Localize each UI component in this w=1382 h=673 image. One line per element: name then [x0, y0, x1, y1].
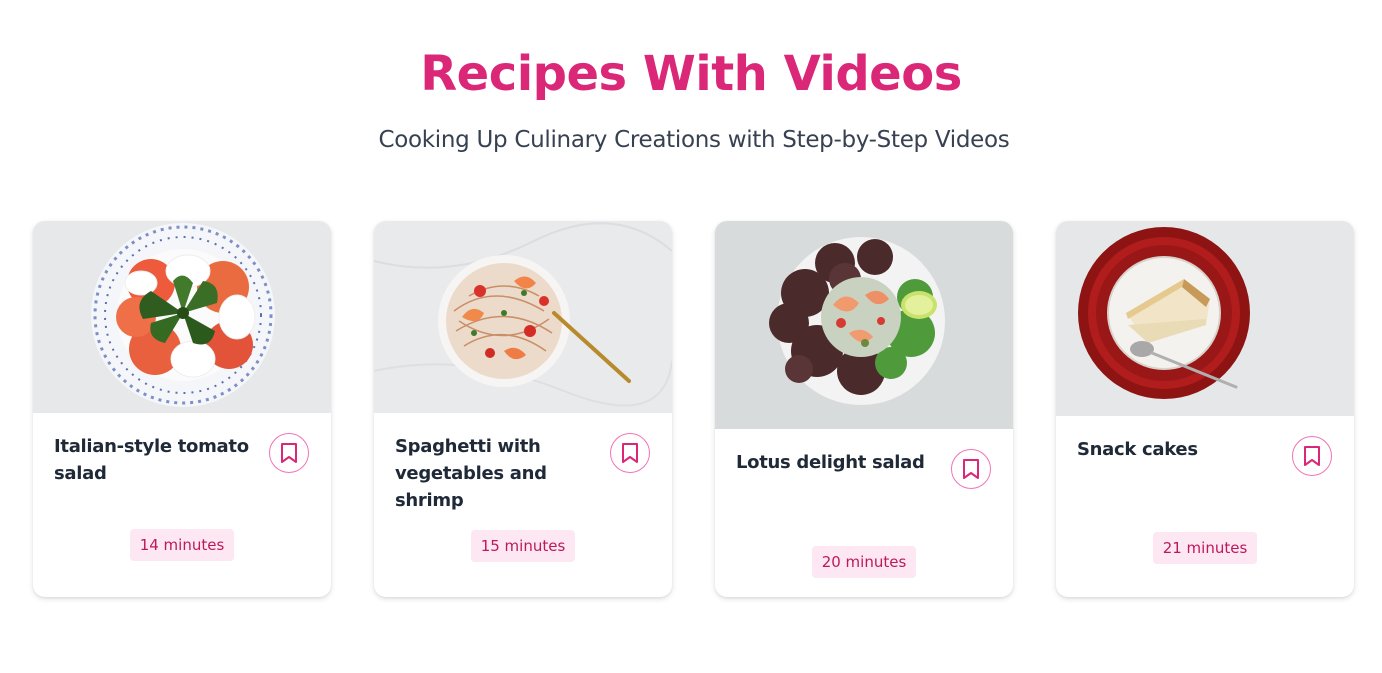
recipe-card[interactable]: Italian-style tomato salad 14 minutes — [33, 221, 331, 597]
bookmark-icon — [622, 443, 638, 463]
tomato-mozzarella-salad-image — [33, 221, 331, 413]
bookmark-icon — [963, 459, 979, 479]
bookmark-button[interactable] — [269, 433, 309, 473]
spaghetti-shrimp-image — [374, 221, 672, 413]
recipe-title[interactable]: Spaghetti with vegetables and shrimp — [395, 433, 615, 514]
duration-badge: 20 minutes — [811, 546, 917, 578]
duration-badge: 14 minutes — [129, 529, 235, 561]
bookmark-button[interactable] — [610, 433, 650, 473]
page-subtitle: Cooking Up Culinary Creations with Step-… — [378, 127, 1010, 153]
recipe-title[interactable]: Italian-style tomato salad — [54, 433, 274, 487]
recipe-title[interactable]: Lotus delight salad — [736, 449, 956, 476]
recipe-card[interactable]: Snack cakes 21 minutes — [1056, 221, 1354, 597]
recipe-card[interactable]: Spaghetti with vegetables and shrimp 15 … — [374, 221, 672, 597]
recipe-image[interactable] — [1056, 221, 1354, 416]
page-title: Recipes With Videos — [420, 46, 962, 102]
recipe-card[interactable]: Lotus delight salad 20 minutes — [715, 221, 1013, 597]
duration-badge: 21 minutes — [1152, 532, 1258, 564]
recipes-page: Recipes With Videos Cooking Up Culinary … — [0, 0, 1382, 673]
bookmark-button[interactable] — [951, 449, 991, 489]
bookmark-icon — [281, 443, 297, 463]
bookmark-icon — [1304, 446, 1320, 466]
seafood-salad-image — [715, 221, 1013, 429]
recipe-image[interactable] — [374, 221, 672, 413]
cake-slice-image — [1056, 221, 1354, 416]
bookmark-button[interactable] — [1292, 436, 1332, 476]
duration-badge: 15 minutes — [470, 530, 576, 562]
recipe-image[interactable] — [715, 221, 1013, 429]
recipe-title[interactable]: Snack cakes — [1077, 436, 1297, 463]
recipe-image[interactable] — [33, 221, 331, 413]
